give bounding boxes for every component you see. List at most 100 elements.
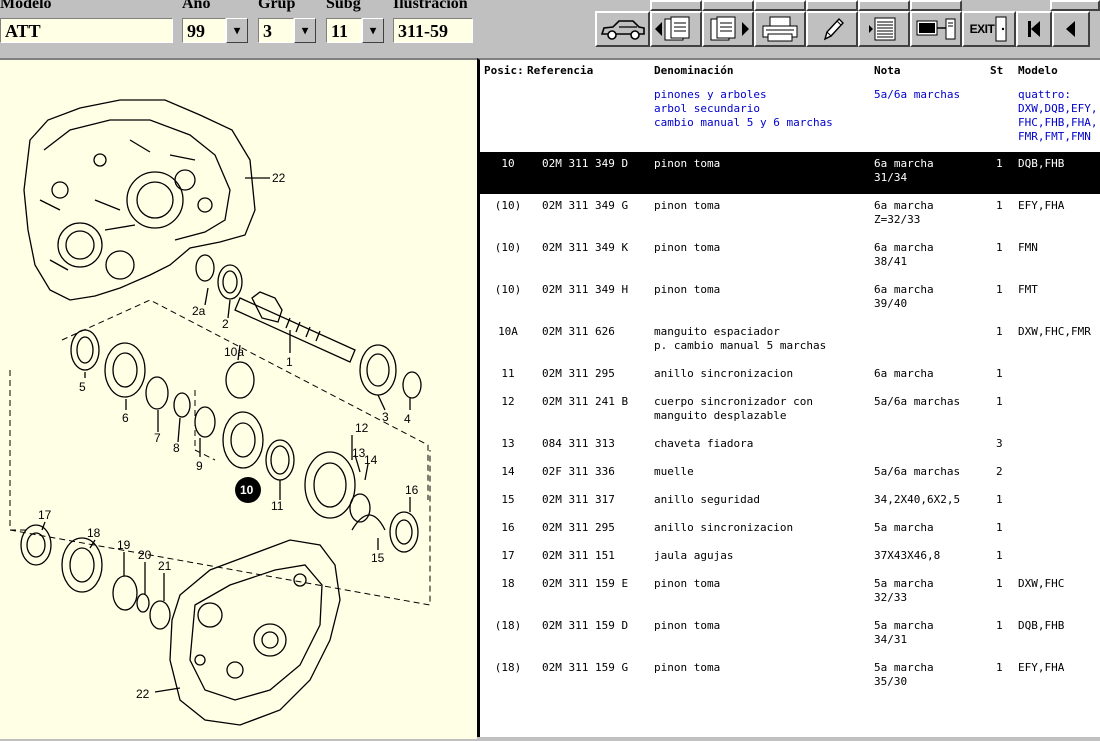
cell-denominacion: pinon toma xyxy=(654,577,721,590)
callout-8[interactable]: 8 xyxy=(173,441,180,455)
callout-4[interactable]: 4 xyxy=(404,412,411,426)
cell-denominacion: chaveta fiadora xyxy=(654,437,754,450)
cell-referencia: 02M 311 159 G xyxy=(542,661,629,674)
table-row[interactable]: (18) 02M 311 159 G pinon toma 5a marcha 35/… xyxy=(480,657,1100,697)
table-row[interactable]: 10A 02M 311 626 manguito espaciador p. cam… xyxy=(480,321,1100,361)
list-icon xyxy=(869,17,896,41)
callout-12[interactable]: 12 xyxy=(355,421,369,435)
cell-denominacion: cuerpo sincronizador con manguito despla… xyxy=(654,395,813,422)
column-header-referencia: Referencia xyxy=(527,64,594,77)
table-row[interactable]: 13 084 311 313 chaveta fiadora 3 xyxy=(480,433,1100,459)
callout-7[interactable]: 7 xyxy=(154,431,161,445)
cell-nota: 6a marcha xyxy=(874,367,934,380)
previous-page-icon xyxy=(655,16,690,41)
cell-nota: 6a marcha 39/40 xyxy=(874,283,934,310)
parts-table: Posic: Referencia Denominación Nota St M… xyxy=(477,58,1100,737)
callout-19[interactable]: 19 xyxy=(117,538,131,552)
table-row[interactable]: (10) 02M 311 349 H pinon toma 6a marcha 39/… xyxy=(480,279,1100,319)
computer-icon xyxy=(916,18,956,40)
cell-nota: 5a/6a marchas xyxy=(874,465,961,478)
cell-st: 1 xyxy=(996,367,1003,380)
cell-referencia: 02M 311 317 xyxy=(542,493,615,506)
callout-15[interactable]: 15 xyxy=(371,551,385,565)
toolbar-top-button-6[interactable] xyxy=(910,0,962,11)
cell-referencia: 02M 311 159 E xyxy=(542,577,629,590)
cell-posic: 14 xyxy=(501,465,515,478)
cell-modelo: DQB,FHB xyxy=(1018,619,1065,632)
chevron-down-icon: ▼ xyxy=(233,24,241,37)
cell-denominacion: pinon toma xyxy=(654,619,721,632)
callout-1[interactable]: 1 xyxy=(286,355,293,369)
vehicle-button[interactable] xyxy=(595,11,650,47)
column-header-nota: Nota xyxy=(874,64,901,77)
callout-17[interactable]: 17 xyxy=(38,508,52,522)
cell-denominacion: anillo sincronizacion xyxy=(654,367,794,380)
cell-referencia: 02M 311 349 H xyxy=(542,283,629,296)
first-record-button[interactable] xyxy=(1016,11,1052,47)
callout-9[interactable]: 9 xyxy=(196,459,203,473)
cell-denominacion: muelle xyxy=(654,465,694,478)
table-row[interactable]: (18) 02M 311 159 D pinon toma 5a marcha 34/… xyxy=(480,615,1100,655)
table-row[interactable]: (10) 02M 311 349 G pinon toma 6a marcha Z=3… xyxy=(480,195,1100,235)
callout-10[interactable]: 10 xyxy=(240,483,254,497)
subg-dropdown-button[interactable]: ▼ xyxy=(362,18,384,43)
callout-5[interactable]: 5 xyxy=(79,380,86,394)
ilustracion-field[interactable]: 311-59 xyxy=(393,18,473,43)
print-button[interactable] xyxy=(754,11,806,47)
skip-to-first-icon xyxy=(1028,21,1040,37)
toolbar-top-button-5[interactable] xyxy=(858,0,910,11)
cell-referencia: 084 311 313 xyxy=(542,437,615,450)
anio-select[interactable]: 99 xyxy=(182,18,226,43)
callout-6[interactable]: 6 xyxy=(122,411,129,425)
toolbar-top-button-1[interactable] xyxy=(650,0,702,11)
callout-14[interactable]: 14 xyxy=(364,453,378,467)
cell-referencia: 02M 311 349 K xyxy=(542,241,629,254)
callout-22-upper[interactable]: 22 xyxy=(272,171,286,185)
callout-18[interactable]: 18 xyxy=(87,526,101,540)
callout-21[interactable]: 21 xyxy=(158,559,172,573)
callout-3[interactable]: 3 xyxy=(382,410,389,424)
callout-20[interactable]: 20 xyxy=(138,548,152,562)
previous-record-button[interactable] xyxy=(1052,11,1090,47)
subg-select[interactable]: 11 xyxy=(326,18,362,43)
table-row[interactable]: 14 02F 311 336 muelle 5a/6a marchas 2 xyxy=(480,461,1100,487)
grup-select[interactable]: 3 xyxy=(258,18,294,43)
table-row[interactable]: (10) 02M 311 349 K pinon toma 6a marcha 38/… xyxy=(480,237,1100,277)
anio-dropdown-button[interactable]: ▼ xyxy=(226,18,248,43)
callout-22-lower[interactable]: 22 xyxy=(136,687,150,701)
modelo-field[interactable]: ATT xyxy=(0,18,173,43)
cell-posic: (18) xyxy=(494,619,522,632)
previous-page-button[interactable] xyxy=(650,11,702,47)
cell-denominacion: pinon toma xyxy=(654,283,721,296)
cell-denominacion: anillo seguridad xyxy=(654,493,760,506)
table-row[interactable]: 12 02M 311 241 B cuerpo sincronizador con … xyxy=(480,391,1100,431)
callout-2a[interactable]: 2a xyxy=(192,304,206,318)
cell-modelo: EFY,FHA xyxy=(1018,661,1065,674)
toolbar-top-button-2[interactable] xyxy=(702,0,754,11)
cell-st: 1 xyxy=(996,661,1003,674)
callout-16[interactable]: 16 xyxy=(405,483,419,497)
table-row[interactable]: 18 02M 311 159 E pinon toma 5a marcha 32/33… xyxy=(480,573,1100,613)
ilustracion-label: Ilustración xyxy=(393,0,468,12)
toolbar-top-button-7[interactable] xyxy=(1050,0,1100,11)
table-row[interactable]: 16 02M 311 295 anillo sincronizacion 5a mar… xyxy=(480,517,1100,543)
toolbar-top-button-3[interactable] xyxy=(754,0,806,11)
edit-button[interactable] xyxy=(806,11,858,47)
next-page-button[interactable] xyxy=(702,11,754,47)
table-row-selected[interactable]: 10 02M 311 349 D pinon toma 6a marcha 31/34… xyxy=(480,152,1100,194)
toolbar-top-button-4[interactable] xyxy=(806,0,858,11)
cell-denominacion: anillo sincronizacion xyxy=(654,521,794,534)
list-button[interactable] xyxy=(858,11,910,47)
column-header-st: St xyxy=(990,64,1004,77)
cell-st: 1 xyxy=(996,395,1003,408)
table-row[interactable]: 17 02M 311 151 jaula agujas 37X43X46,8 1 xyxy=(480,545,1100,571)
callout-11[interactable]: 11 xyxy=(271,499,284,513)
cell-st: 1 xyxy=(996,325,1003,338)
exit-button[interactable]: EXIT xyxy=(962,11,1016,47)
computer-button[interactable] xyxy=(910,11,962,47)
table-row[interactable]: 11 02M 311 295 anillo sincronizacion 6a mar… xyxy=(480,363,1100,389)
table-row[interactable]: 15 02M 311 317 anillo seguridad 34,2X40,6X2… xyxy=(480,489,1100,515)
grup-dropdown-button[interactable]: ▼ xyxy=(294,18,316,43)
callout-2[interactable]: 2 xyxy=(222,317,229,331)
callout-10a[interactable]: 10a xyxy=(224,345,244,359)
